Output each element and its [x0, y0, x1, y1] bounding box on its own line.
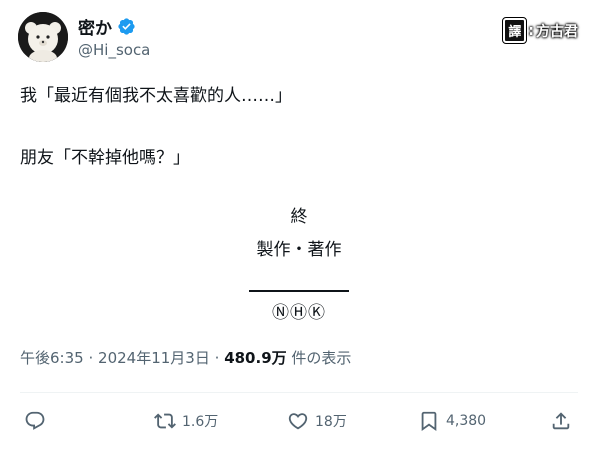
view-count: 480.9万 — [224, 349, 287, 367]
bookmark-button[interactable]: 4,380 — [418, 404, 486, 438]
retweet-icon — [154, 413, 176, 429]
credits-end: 終 — [290, 207, 308, 227]
divider — [20, 392, 578, 393]
translator-credit: 譯 : 方古君 — [502, 17, 578, 44]
bookmark-count: 4,380 — [446, 413, 487, 429]
credits-rule-line — [249, 290, 349, 292]
share-icon — [552, 412, 570, 430]
display-name[interactable]: 密か — [78, 14, 112, 39]
meta-separator: · — [88, 349, 94, 367]
retweet-button[interactable]: 1.6万 — [154, 404, 218, 438]
avatar[interactable] — [18, 12, 68, 62]
translator-name: 方古君 — [536, 23, 578, 40]
action-bar: 1.6万 18万 4,380 — [20, 404, 578, 438]
reply-button[interactable] — [24, 404, 46, 438]
reply-icon — [25, 411, 45, 430]
user-handle[interactable]: @Hi_soca — [78, 41, 150, 59]
credits-production: 製作・著作 — [256, 240, 342, 260]
tweet-line-1: 我「最近有個我不太喜歡的人……」 — [20, 86, 292, 106]
tweet-date[interactable]: 2024年11月3日 — [98, 349, 210, 367]
bear-avatar-icon — [18, 12, 68, 62]
retweet-count: 1.6万 — [182, 414, 219, 430]
meta-separator: · — [214, 349, 220, 367]
bookmark-icon — [421, 411, 437, 432]
translator-colon: : — [528, 22, 534, 39]
translator-tag: 譯 — [502, 17, 528, 44]
verified-badge-icon — [118, 18, 135, 35]
like-count: 18万 — [315, 414, 347, 430]
tweet-header: 密か @Hi_soca 譯 : 方古君 — [18, 12, 578, 64]
credits-nhk: ⓃⒽⓀ — [272, 303, 326, 323]
tweet-time[interactable]: 午後6:35 — [20, 349, 84, 367]
tweet-line-2: 朋友「不幹掉他嗎？」 — [20, 148, 190, 168]
share-button[interactable] — [550, 404, 572, 438]
heart-icon — [288, 413, 308, 430]
tweet-meta: 午後6:35 · 2024年11月3日 · 480.9万 件の表示 — [20, 347, 351, 368]
like-button[interactable]: 18万 — [287, 404, 347, 438]
view-label: 件の表示 — [291, 349, 352, 367]
name-row: 密か — [78, 14, 136, 39]
